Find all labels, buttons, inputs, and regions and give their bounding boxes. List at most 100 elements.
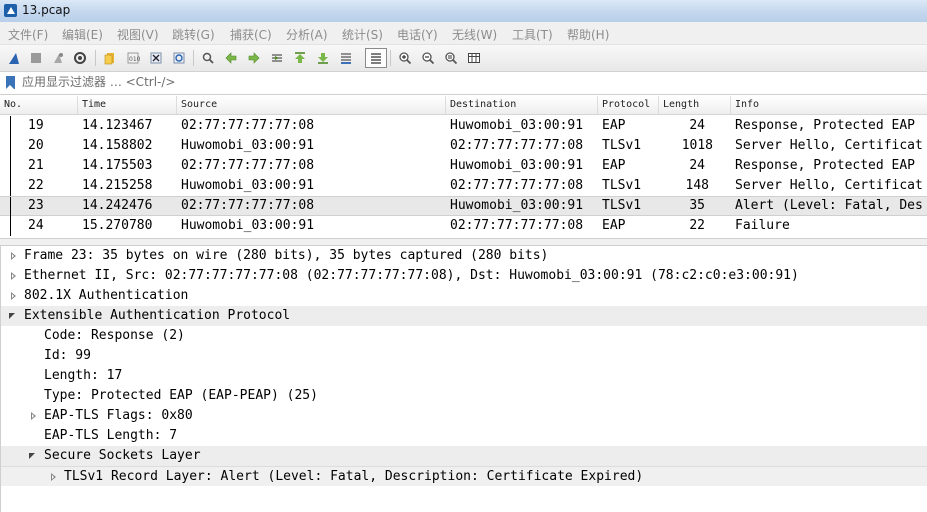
tree-item-label: Ethernet II, Src: 02:77:77:77:77:08 (02:… bbox=[24, 268, 799, 283]
cell-destination: 02:77:77:77:77:08 bbox=[450, 218, 584, 233]
display-filter-input[interactable] bbox=[22, 74, 912, 90]
display-filter-bar bbox=[0, 72, 927, 95]
menu-capture[interactable]: 捕获(C) bbox=[230, 26, 272, 43]
tree-item-eap-id[interactable]: Id: 99 bbox=[1, 346, 927, 366]
go-last-icon[interactable] bbox=[314, 49, 332, 67]
column-header-info[interactable]: Info bbox=[731, 96, 927, 114]
column-header-no[interactable]: No. bbox=[0, 96, 78, 114]
packet-list-header: No. Time Source Destination Protocol Len… bbox=[0, 96, 927, 115]
cell-length: 24 bbox=[689, 118, 705, 133]
cell-protocol: EAP bbox=[602, 158, 626, 173]
tree-item-eap[interactable]: Extensible Authentication Protocol bbox=[1, 306, 927, 326]
cell-time: 15.270780 bbox=[82, 218, 153, 233]
cell-time: 14.215258 bbox=[82, 178, 153, 193]
save-file-icon[interactable]: 010 bbox=[124, 49, 142, 67]
tree-item-8021x[interactable]: 802.1X Authentication bbox=[1, 286, 927, 306]
go-to-packet-icon[interactable] bbox=[268, 49, 286, 67]
colorize-icon[interactable] bbox=[365, 48, 387, 68]
collapse-arrow-icon[interactable] bbox=[9, 313, 15, 319]
go-back-icon[interactable] bbox=[222, 49, 240, 67]
packet-row-21[interactable]: 21 14.175503 02:77:77:77:77:08 Huwomobi_… bbox=[0, 156, 927, 176]
tree-item-label: Code: Response (2) bbox=[44, 328, 185, 343]
cell-no: 21 bbox=[28, 158, 44, 173]
cell-destination: Huwomobi_03:00:91 bbox=[450, 198, 584, 213]
tree-item-label: Frame 23: 35 bytes on wire (280 bits), 3… bbox=[24, 248, 549, 263]
column-header-source[interactable]: Source bbox=[177, 96, 446, 114]
cell-protocol: EAP bbox=[602, 218, 626, 233]
tree-item-eap-type[interactable]: Type: Protected EAP (EAP-PEAP) (25) bbox=[1, 386, 927, 406]
menu-help[interactable]: 帮助(H) bbox=[567, 26, 609, 43]
go-first-icon[interactable] bbox=[291, 49, 309, 67]
column-header-destination[interactable]: Destination bbox=[446, 96, 598, 114]
open-file-icon[interactable] bbox=[101, 49, 119, 67]
tree-item-label: Extensible Authentication Protocol bbox=[24, 308, 291, 323]
packet-row-23[interactable]: 23 14.242476 02:77:77:77:77:08 Huwomobi_… bbox=[0, 196, 927, 217]
tree-item-tls-record[interactable]: TLSv1 Record Layer: Alert (Level: Fatal,… bbox=[1, 466, 927, 486]
tree-item-label: Id: 99 bbox=[44, 348, 91, 363]
row-relation-marker bbox=[10, 116, 11, 136]
cell-length: 35 bbox=[689, 198, 705, 213]
tree-item-ethernet[interactable]: Ethernet II, Src: 02:77:77:77:77:08 (02:… bbox=[1, 266, 927, 286]
menu-analyze[interactable]: 分析(A) bbox=[286, 26, 328, 43]
cell-info: Response, Protected EAP bbox=[735, 118, 916, 133]
menu-telephony[interactable]: 电话(Y) bbox=[397, 26, 438, 43]
menu-edit[interactable]: 编辑(E) bbox=[62, 26, 103, 43]
stop-icon[interactable] bbox=[27, 49, 45, 67]
title-bar: 13.pcap bbox=[0, 0, 927, 23]
column-header-length[interactable]: Length bbox=[659, 96, 731, 114]
expand-arrow-icon[interactable] bbox=[51, 473, 56, 481]
bookmark-icon[interactable] bbox=[6, 76, 15, 89]
find-packet-icon[interactable] bbox=[199, 49, 217, 67]
packet-row-24[interactable]: 24 15.270780 Huwomobi_03:00:91 02:77:77:… bbox=[0, 216, 927, 236]
go-forward-icon[interactable] bbox=[245, 49, 263, 67]
cell-info: Response, Protected EAP bbox=[735, 158, 916, 173]
cell-protocol: TLSv1 bbox=[602, 198, 642, 213]
tree-item-ssl[interactable]: Secure Sockets Layer bbox=[1, 446, 927, 466]
collapse-arrow-icon[interactable] bbox=[29, 453, 35, 459]
tree-item-label: Secure Sockets Layer bbox=[44, 448, 201, 463]
expand-arrow-icon[interactable] bbox=[31, 412, 36, 420]
menu-wireless[interactable]: 无线(W) bbox=[452, 26, 497, 43]
menu-statistics[interactable]: 统计(S) bbox=[342, 26, 383, 43]
cell-no: 23 bbox=[28, 198, 44, 213]
packet-row-19[interactable]: 19 14.123467 02:77:77:77:77:08 Huwomobi_… bbox=[0, 116, 927, 136]
cell-info: Failure bbox=[735, 218, 790, 233]
tree-item-eap-tls-length[interactable]: EAP-TLS Length: 7 bbox=[1, 426, 927, 446]
column-header-protocol[interactable]: Protocol bbox=[598, 96, 659, 114]
tree-item-eap-code[interactable]: Code: Response (2) bbox=[1, 326, 927, 346]
packet-row-22[interactable]: 22 14.215258 Huwomobi_03:00:91 02:77:77:… bbox=[0, 176, 927, 196]
cell-time: 14.242476 bbox=[82, 198, 153, 213]
menu-file[interactable]: 文件(F) bbox=[8, 26, 48, 43]
cell-time: 14.158802 bbox=[82, 138, 153, 153]
cell-no: 20 bbox=[28, 138, 44, 153]
expand-arrow-icon[interactable] bbox=[11, 272, 16, 280]
cell-destination: Huwomobi_03:00:91 bbox=[450, 118, 584, 133]
reload-icon[interactable] bbox=[170, 49, 188, 67]
packet-row-20[interactable]: 20 14.158802 Huwomobi_03:00:91 02:77:77:… bbox=[0, 136, 927, 156]
expand-arrow-icon[interactable] bbox=[11, 292, 16, 300]
menu-view[interactable]: 视图(V) bbox=[117, 26, 159, 43]
menu-tools[interactable]: 工具(T) bbox=[512, 26, 553, 43]
zoom-out-icon[interactable] bbox=[419, 49, 437, 67]
cell-no: 22 bbox=[28, 178, 44, 193]
row-relation-marker bbox=[10, 216, 11, 236]
cell-destination: Huwomobi_03:00:91 bbox=[450, 158, 584, 173]
resize-columns-icon[interactable] bbox=[465, 49, 483, 67]
restart-icon[interactable] bbox=[49, 49, 67, 67]
zoom-in-icon[interactable] bbox=[396, 49, 414, 67]
tree-item-label: 802.1X Authentication bbox=[24, 288, 189, 303]
autoscroll-icon[interactable] bbox=[337, 49, 355, 67]
capture-options-icon[interactable] bbox=[71, 49, 89, 67]
tree-item-eap-tls-flags[interactable]: EAP-TLS Flags: 0x80 bbox=[1, 406, 927, 426]
expand-arrow-icon[interactable] bbox=[11, 252, 16, 260]
cell-time: 14.175503 bbox=[82, 158, 153, 173]
tree-item-eap-length[interactable]: Length: 17 bbox=[1, 366, 927, 386]
menu-bar: 文件(F) 编辑(E) 视图(V) 跳转(G) 捕获(C) 分析(A) 统计(S… bbox=[0, 22, 927, 45]
close-file-icon[interactable] bbox=[147, 49, 165, 67]
zoom-normal-icon[interactable] bbox=[442, 49, 460, 67]
tree-item-label: EAP-TLS Flags: 0x80 bbox=[44, 408, 193, 423]
shark-fin-start-icon[interactable] bbox=[5, 49, 23, 67]
column-header-time[interactable]: Time bbox=[78, 96, 177, 114]
tree-item-frame[interactable]: Frame 23: 35 bytes on wire (280 bits), 3… bbox=[1, 246, 927, 266]
menu-go[interactable]: 跳转(G) bbox=[172, 26, 215, 43]
